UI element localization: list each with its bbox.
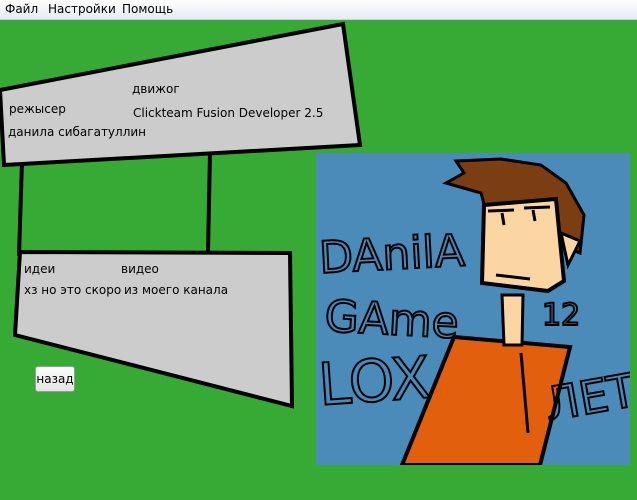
menu-help[interactable]: Помощь xyxy=(122,2,173,16)
avatar-text-age: 12 xyxy=(542,298,580,333)
video-value: из моего канала xyxy=(124,283,229,297)
avatar-pupil-right xyxy=(531,209,537,222)
avatar-text-name: DAnilA xyxy=(318,225,466,284)
director-value: данила сибагатуллин xyxy=(8,125,147,139)
engine-value: Clickteam Fusion Developer 2.5 xyxy=(133,106,324,120)
avatar-text-lox: LOX xyxy=(316,343,432,419)
avatar-eye-left xyxy=(487,208,515,213)
avatar-eye-right xyxy=(523,205,551,210)
ideas-label: идеи xyxy=(24,262,56,276)
director-label: режысер xyxy=(9,102,66,116)
menu-bar: Файл Настройки Помощь xyxy=(0,0,637,20)
support-post-right xyxy=(206,152,212,253)
ideas-value: хз но это скоро xyxy=(24,283,122,297)
menu-settings[interactable]: Настройки xyxy=(48,2,116,16)
avatar-text-game: GAme xyxy=(323,291,460,349)
video-label: видео xyxy=(121,262,159,276)
avatar-pupil-left xyxy=(500,212,506,226)
author-avatar: DAnilA GAme LOX 12 ЛЕТ xyxy=(316,153,630,465)
menu-file[interactable]: Файл xyxy=(5,2,38,16)
engine-label: движог xyxy=(132,82,180,96)
back-button[interactable]: назад xyxy=(35,366,75,392)
avatar-neck xyxy=(500,293,525,347)
